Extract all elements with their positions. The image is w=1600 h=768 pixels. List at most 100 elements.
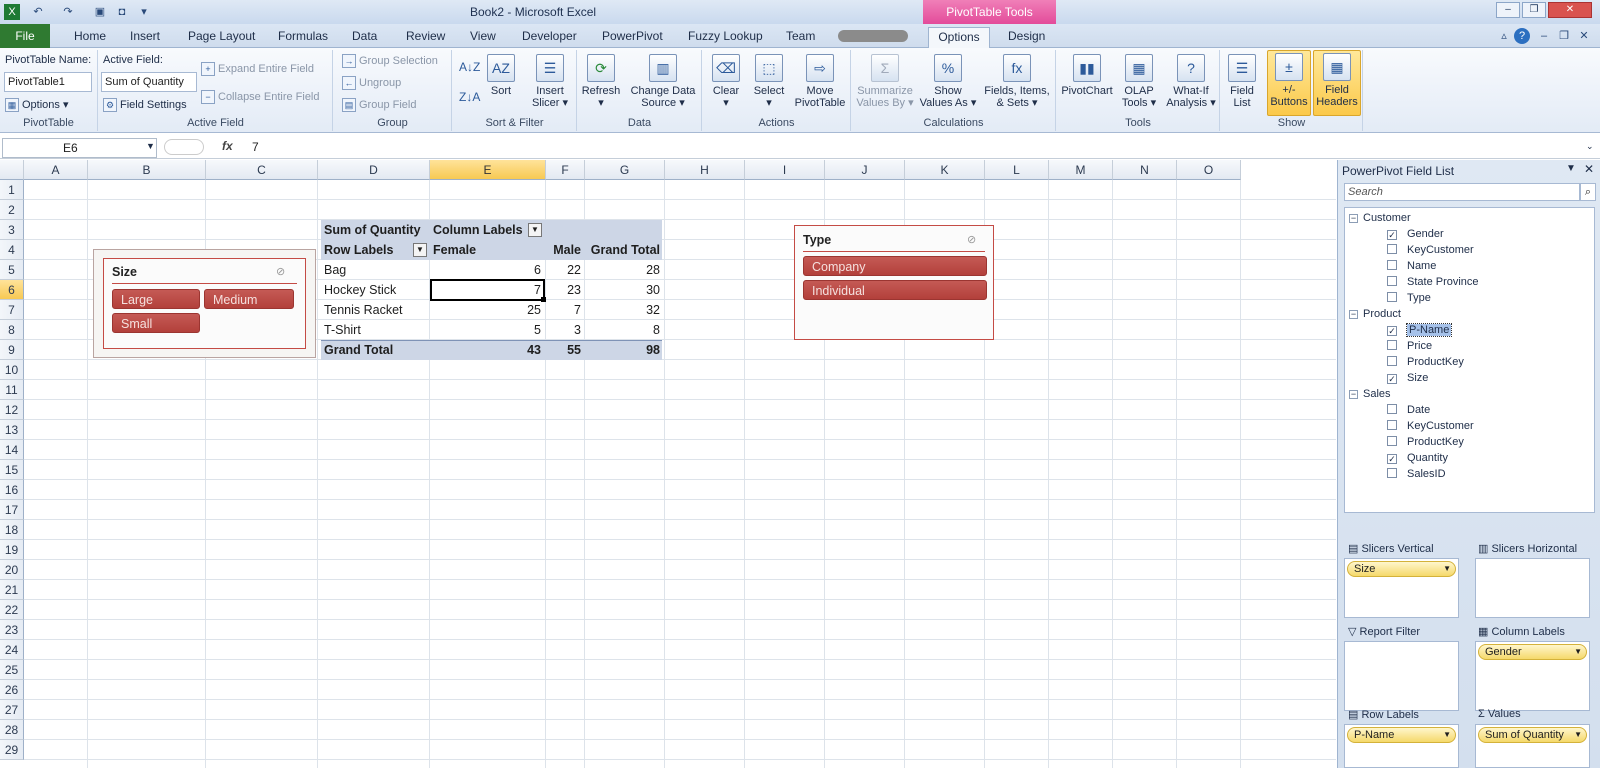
grand-total-male[interactable]: 55 (545, 340, 581, 360)
insert-slicer-button[interactable]: ☰ Insert Slicer ▾ (527, 52, 573, 109)
tab-developer[interactable]: Developer (518, 27, 581, 48)
collapse-icon[interactable]: − (1349, 214, 1358, 223)
slicer-type[interactable]: Type ⊘ Company Individual (794, 225, 994, 340)
row-header-16[interactable]: 16 (0, 480, 24, 500)
pivot-cell-female[interactable]: 25 (433, 300, 541, 320)
row-header-19[interactable]: 19 (0, 540, 24, 560)
field-settings-button[interactable]: ⚙ Field Settings (103, 98, 187, 112)
grand-total-female[interactable]: 43 (433, 340, 541, 360)
refresh-button[interactable]: ⟳ Refresh ▾ (580, 52, 622, 109)
group-field-button[interactable]: ▤ Group Field (342, 98, 416, 112)
move-pivottable-button[interactable]: ⇨ Move PivotTable (791, 52, 849, 109)
tab-powerpivot[interactable]: PowerPivot (598, 27, 667, 48)
tab-fuzzy-lookup[interactable]: Fuzzy Lookup (684, 27, 767, 48)
row-header-24[interactable]: 24 (0, 640, 24, 660)
active-cell-cursor[interactable] (430, 279, 545, 301)
field-item[interactable]: KeyCustomer (1387, 420, 1474, 432)
column-header-n[interactable]: N (1113, 160, 1177, 180)
field-item[interactable]: SalesID (1387, 468, 1446, 480)
pivot-cell-female[interactable]: 6 (433, 260, 541, 280)
table-node-product[interactable]: − Product (1349, 308, 1401, 320)
column-header-b[interactable]: B (88, 160, 206, 180)
column-header-a[interactable]: A (24, 160, 88, 180)
tab-review[interactable]: Review (402, 27, 449, 48)
what-if-button[interactable]: ? What-If Analysis ▾ (1163, 52, 1219, 109)
checked-checkbox[interactable]: ✓ (1387, 230, 1397, 240)
change-data-source-button[interactable]: ▥ Change Data Source ▾ (626, 52, 700, 109)
row-header-17[interactable]: 17 (0, 500, 24, 520)
ungroup-button[interactable]: ← Ungroup (342, 76, 401, 90)
tab-view[interactable]: View (466, 27, 500, 48)
field-item[interactable]: ✓ Size (1387, 372, 1428, 384)
checkbox[interactable] (1387, 260, 1397, 270)
pivot-cell-male[interactable]: 3 (545, 320, 581, 340)
active-field-input[interactable]: Sum of Quantity (101, 72, 197, 92)
collapse-icon[interactable]: − (1349, 390, 1358, 399)
column-header-m[interactable]: M (1049, 160, 1113, 180)
pill-dropdown-icon[interactable]: ▼ (1443, 728, 1451, 742)
column-header-i[interactable]: I (745, 160, 825, 180)
tab-home[interactable]: Home (70, 27, 110, 48)
row-labels-area[interactable]: P-Name ▼ (1344, 724, 1459, 768)
row-header-21[interactable]: 21 (0, 580, 24, 600)
row-header-4[interactable]: 4 (0, 240, 24, 260)
group-selection-button[interactable]: → Group Selection (342, 54, 438, 68)
slicer-item-company[interactable]: Company (803, 256, 987, 276)
column-header-h[interactable]: H (665, 160, 745, 180)
column-header-j[interactable]: J (825, 160, 905, 180)
pill-dropdown-icon[interactable]: ▼ (1574, 645, 1582, 659)
pivot-cell-label[interactable]: Hockey Stick (324, 280, 396, 300)
row-header-7[interactable]: 7 (0, 300, 24, 320)
undo-icon[interactable]: ↶ (30, 4, 46, 20)
pivottable-name-input[interactable]: PivotTable1 (4, 72, 92, 92)
column-header-f[interactable]: F (546, 160, 585, 180)
tab-file[interactable]: File (0, 24, 50, 48)
values-pill[interactable]: Sum of Quantity ▼ (1478, 727, 1587, 743)
olap-tools-button[interactable]: ▦ OLAP Tools ▾ (1117, 52, 1161, 109)
column-header-o[interactable]: O (1177, 160, 1241, 180)
slicers-vertical-area[interactable]: Size ▼ (1344, 558, 1459, 618)
row-header-20[interactable]: 20 (0, 560, 24, 580)
field-list-dropdown-icon[interactable]: ▼ (1566, 163, 1576, 174)
row-header-25[interactable]: 25 (0, 660, 24, 680)
tab-options[interactable]: Options (928, 27, 990, 48)
row-header-28[interactable]: 28 (0, 720, 24, 740)
fill-handle[interactable] (541, 297, 546, 302)
camera-icon[interactable]: ◘ (114, 4, 130, 20)
tab-insert[interactable]: Insert (126, 27, 164, 48)
insert-function-icon[interactable]: fx (222, 139, 233, 153)
checkbox[interactable] (1387, 420, 1397, 430)
sort-button[interactable]: AZ Sort (481, 52, 521, 97)
column-labels-filter-icon[interactable]: ▼ (528, 223, 542, 237)
column-header-d[interactable]: D (318, 160, 430, 180)
help-icon[interactable]: ? (1514, 28, 1530, 44)
doc-close-icon[interactable]: ✕ (1576, 28, 1592, 44)
field-item[interactable]: ProductKey (1387, 356, 1464, 368)
pivot-cell-label[interactable]: Bag (324, 260, 346, 280)
row-header-22[interactable]: 22 (0, 600, 24, 620)
field-item[interactable]: Date (1387, 404, 1430, 416)
worksheet-grid[interactable]: ABCDEFGHIJKLMNO 1 2 3 4 5 6 7 8 9 10 11 12 13 14 15 16 1… (0, 160, 1336, 768)
field-item[interactable]: KeyCustomer (1387, 244, 1474, 256)
field-headers-toggle[interactable]: ▦ Field Headers (1313, 50, 1361, 116)
checkbox[interactable] (1387, 244, 1397, 254)
field-item[interactable]: State Province (1387, 276, 1479, 288)
field-item[interactable]: Price (1387, 340, 1432, 352)
expand-formula-bar-icon[interactable]: ⌄ (1586, 141, 1594, 152)
clear-button[interactable]: ⌫ Clear ▾ (707, 52, 745, 109)
doc-restore-icon[interactable]: ❐ (1556, 28, 1572, 44)
options-button[interactable]: ▦ Options ▾ (5, 98, 69, 113)
restore-button[interactable]: ❐ (1522, 2, 1546, 18)
checkbox[interactable] (1387, 340, 1397, 350)
row-header-9[interactable]: 9 (0, 340, 24, 360)
tab-page-layout[interactable]: Page Layout (184, 27, 259, 48)
pill-dropdown-icon[interactable]: ▼ (1574, 728, 1582, 742)
column-header-k[interactable]: K (905, 160, 985, 180)
pivot-cell-total[interactable]: 28 (584, 260, 660, 280)
pivot-cell-female[interactable]: 5 (433, 320, 541, 340)
slicer-item-large[interactable]: Large (112, 289, 200, 309)
collapse-ribbon-icon[interactable]: ▵ (1496, 28, 1512, 44)
row-header-8[interactable]: 8 (0, 320, 24, 340)
row-header-15[interactable]: 15 (0, 460, 24, 480)
row-header-27[interactable]: 27 (0, 700, 24, 720)
